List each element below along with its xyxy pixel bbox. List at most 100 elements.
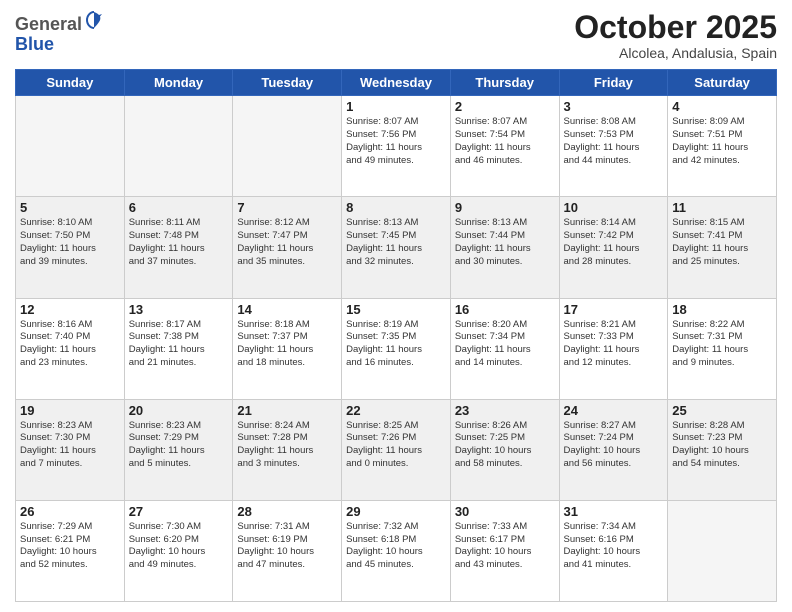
calendar-cell: 25 Sunrise: 8:28 AM Sunset: 7:23 PM Dayli… [668, 399, 777, 500]
day-content: Sunrise: 7:34 AM Sunset: 6:16 PM Dayligh… [564, 521, 664, 572]
calendar-header-row: SundayMondayTuesdayWednesdayThursdayFrid… [16, 70, 777, 96]
day-content: Sunrise: 8:23 AM Sunset: 7:30 PM Dayligh… [20, 420, 120, 471]
calendar-week-2: 12 Sunrise: 8:16 AM Sunset: 7:40 PM Dayli… [16, 298, 777, 399]
day-number: 28 [237, 504, 337, 519]
day-number: 17 [564, 302, 664, 317]
day-number: 2 [455, 99, 555, 114]
title-block: October 2025 Alcolea, Andalusia, Spain [574, 10, 777, 61]
calendar-cell: 9 Sunrise: 8:13 AM Sunset: 7:44 PM Daylig… [450, 197, 559, 298]
calendar-cell: 12 Sunrise: 8:16 AM Sunset: 7:40 PM Dayli… [16, 298, 125, 399]
day-content: Sunrise: 8:27 AM Sunset: 7:24 PM Dayligh… [564, 420, 664, 471]
calendar-cell: 3Sunrise: 8:08 AM Sunset: 7:53 PM Daylig… [559, 96, 668, 197]
calendar-cell: 18 Sunrise: 8:22 AM Sunset: 7:31 PM Dayli… [668, 298, 777, 399]
day-content: Sunrise: 8:24 AM Sunset: 7:28 PM Dayligh… [237, 420, 337, 471]
day-number: 15 [346, 302, 446, 317]
day-number: 30 [455, 504, 555, 519]
day-content: Sunrise: 8:15 AM Sunset: 7:41 PM Dayligh… [672, 217, 772, 268]
day-content: Sunrise: 8:18 AM Sunset: 7:37 PM Dayligh… [237, 319, 337, 370]
day-content: Sunrise: 8:13 AM Sunset: 7:44 PM Dayligh… [455, 217, 555, 268]
logo-general: General [15, 14, 82, 34]
calendar-cell: 4 Sunrise: 8:09 AM Sunset: 7:51 PM Daylig… [668, 96, 777, 197]
day-number: 20 [129, 403, 229, 418]
day-number: 23 [455, 403, 555, 418]
calendar-cell: 14 Sunrise: 8:18 AM Sunset: 7:37 PM Dayli… [233, 298, 342, 399]
day-content: Sunrise: 8:12 AM Sunset: 7:47 PM Dayligh… [237, 217, 337, 268]
day-content: Sunrise: 8:14 AM Sunset: 7:42 PM Dayligh… [564, 217, 664, 268]
calendar-cell: 17 Sunrise: 8:21 AM Sunset: 7:33 PM Dayli… [559, 298, 668, 399]
calendar-cell: 20Sunrise: 8:23 AM Sunset: 7:29 PM Dayli… [124, 399, 233, 500]
calendar-cell: 31 Sunrise: 7:34 AM Sunset: 6:16 PM Dayli… [559, 500, 668, 601]
day-number: 27 [129, 504, 229, 519]
day-content: Sunrise: 8:09 AM Sunset: 7:51 PM Dayligh… [672, 116, 772, 167]
calendar-cell [16, 96, 125, 197]
day-number: 29 [346, 504, 446, 519]
calendar-cell: 13Sunrise: 8:17 AM Sunset: 7:38 PM Dayli… [124, 298, 233, 399]
header: General Blue October 2025 Alcolea, Andal… [15, 10, 777, 61]
day-number: 8 [346, 200, 446, 215]
calendar-cell: 8 Sunrise: 8:13 AM Sunset: 7:45 PM Daylig… [342, 197, 451, 298]
day-content: Sunrise: 8:20 AM Sunset: 7:34 PM Dayligh… [455, 319, 555, 370]
day-number: 25 [672, 403, 772, 418]
calendar-cell: 24 Sunrise: 8:27 AM Sunset: 7:24 PM Dayli… [559, 399, 668, 500]
calendar-cell [124, 96, 233, 197]
month-title: October 2025 [574, 10, 777, 45]
day-content: Sunrise: 7:32 AM Sunset: 6:18 PM Dayligh… [346, 521, 446, 572]
day-content: Sunrise: 7:29 AM Sunset: 6:21 PM Dayligh… [20, 521, 120, 572]
calendar-cell: 27Sunrise: 7:30 AM Sunset: 6:20 PM Dayli… [124, 500, 233, 601]
day-number: 16 [455, 302, 555, 317]
day-content: Sunrise: 8:07 AM Sunset: 7:56 PM Dayligh… [346, 116, 446, 167]
calendar-cell: 19Sunrise: 8:23 AM Sunset: 7:30 PM Dayli… [16, 399, 125, 500]
day-number: 24 [564, 403, 664, 418]
calendar-cell [233, 96, 342, 197]
day-content: Sunrise: 8:28 AM Sunset: 7:23 PM Dayligh… [672, 420, 772, 471]
day-number: 9 [455, 200, 555, 215]
logo-blue-text: Blue [15, 35, 104, 55]
logo-text: General [15, 10, 104, 35]
day-number: 11 [672, 200, 772, 215]
calendar-table: SundayMondayTuesdayWednesdayThursdayFrid… [15, 69, 777, 602]
day-header-sunday: Sunday [16, 70, 125, 96]
day-number: 18 [672, 302, 772, 317]
day-content: Sunrise: 7:33 AM Sunset: 6:17 PM Dayligh… [455, 521, 555, 572]
logo-blue: Blue [15, 34, 54, 54]
day-content: Sunrise: 8:08 AM Sunset: 7:53 PM Dayligh… [564, 116, 664, 167]
calendar-cell: 11 Sunrise: 8:15 AM Sunset: 7:41 PM Dayli… [668, 197, 777, 298]
day-content: Sunrise: 8:25 AM Sunset: 7:26 PM Dayligh… [346, 420, 446, 471]
day-content: Sunrise: 8:11 AM Sunset: 7:48 PM Dayligh… [129, 217, 229, 268]
calendar-cell: 16 Sunrise: 8:20 AM Sunset: 7:34 PM Dayli… [450, 298, 559, 399]
calendar-cell: 29 Sunrise: 7:32 AM Sunset: 6:18 PM Dayli… [342, 500, 451, 601]
day-content: Sunrise: 8:22 AM Sunset: 7:31 PM Dayligh… [672, 319, 772, 370]
day-content: Sunrise: 8:13 AM Sunset: 7:45 PM Dayligh… [346, 217, 446, 268]
calendar-cell: 28 Sunrise: 7:31 AM Sunset: 6:19 PM Dayli… [233, 500, 342, 601]
day-number: 4 [672, 99, 772, 114]
calendar-cell: 7Sunrise: 8:12 AM Sunset: 7:47 PM Daylig… [233, 197, 342, 298]
day-content: Sunrise: 8:10 AM Sunset: 7:50 PM Dayligh… [20, 217, 120, 268]
logo-bird-icon [84, 10, 104, 30]
day-content: Sunrise: 8:19 AM Sunset: 7:35 PM Dayligh… [346, 319, 446, 370]
day-number: 31 [564, 504, 664, 519]
day-number: 14 [237, 302, 337, 317]
logo: General Blue [15, 10, 104, 55]
calendar-cell: 26Sunrise: 7:29 AM Sunset: 6:21 PM Dayli… [16, 500, 125, 601]
location: Alcolea, Andalusia, Spain [574, 45, 777, 61]
calendar-week-0: 1 Sunrise: 8:07 AM Sunset: 7:56 PM Daylig… [16, 96, 777, 197]
calendar-week-4: 26Sunrise: 7:29 AM Sunset: 6:21 PM Dayli… [16, 500, 777, 601]
day-header-monday: Monday [124, 70, 233, 96]
day-header-wednesday: Wednesday [342, 70, 451, 96]
day-number: 13 [129, 302, 229, 317]
calendar-cell: 6Sunrise: 8:11 AM Sunset: 7:48 PM Daylig… [124, 197, 233, 298]
calendar-cell [668, 500, 777, 601]
day-content: Sunrise: 7:31 AM Sunset: 6:19 PM Dayligh… [237, 521, 337, 572]
day-number: 1 [346, 99, 446, 114]
day-header-tuesday: Tuesday [233, 70, 342, 96]
day-header-friday: Friday [559, 70, 668, 96]
calendar-week-1: 5 Sunrise: 8:10 AM Sunset: 7:50 PM Daylig… [16, 197, 777, 298]
calendar-week-3: 19Sunrise: 8:23 AM Sunset: 7:30 PM Dayli… [16, 399, 777, 500]
day-number: 10 [564, 200, 664, 215]
day-number: 12 [20, 302, 120, 317]
day-content: Sunrise: 8:21 AM Sunset: 7:33 PM Dayligh… [564, 319, 664, 370]
calendar-cell: 23Sunrise: 8:26 AM Sunset: 7:25 PM Dayli… [450, 399, 559, 500]
calendar-cell: 2Sunrise: 8:07 AM Sunset: 7:54 PM Daylig… [450, 96, 559, 197]
day-number: 5 [20, 200, 120, 215]
day-content: Sunrise: 8:16 AM Sunset: 7:40 PM Dayligh… [20, 319, 120, 370]
